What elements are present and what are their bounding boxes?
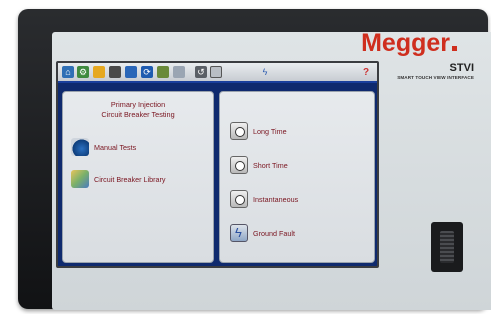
toolbar: ⌂ ⚙ ⟳ ↺ ϟ ? (58, 63, 377, 83)
model-name: STVI (449, 62, 474, 74)
ground-fault-icon: ϟ (230, 224, 248, 242)
short-time-button[interactable]: Short Time (230, 156, 288, 174)
long-time-button[interactable]: Long Time (230, 122, 287, 140)
settings-icon[interactable]: ⚙ (77, 66, 89, 78)
model-label: STVI SMART TOUCH VIEW INTERFACE (397, 62, 474, 80)
clock-icon (230, 122, 248, 140)
manual-tests-button[interactable]: Manual Tests (71, 138, 136, 156)
ground-fault-label: Ground Fault (253, 228, 295, 238)
ground-fault-button[interactable]: ϟ Ground Fault (230, 224, 295, 242)
help-icon[interactable]: ? (361, 66, 371, 79)
clock-icon (230, 190, 248, 208)
manual-tests-label: Manual Tests (94, 142, 137, 152)
library-icon (71, 170, 89, 188)
home-icon[interactable]: ⌂ (62, 66, 74, 78)
short-time-label: Short Time (253, 160, 288, 170)
document-icon[interactable] (173, 66, 185, 78)
library-label: Circuit Breaker Library (94, 174, 166, 184)
instantaneous-button[interactable]: Instantaneous (230, 190, 298, 208)
long-time-label: Long Time (253, 126, 287, 136)
instantaneous-label: Instantaneous (253, 194, 299, 204)
chart-icon[interactable] (157, 66, 169, 78)
undo-icon[interactable]: ↺ (195, 66, 207, 78)
clock-icon (230, 156, 248, 174)
left-panel: Primary Injection Circuit Breaker Testin… (62, 91, 214, 263)
timer-icon[interactable] (210, 66, 222, 78)
side-port (431, 222, 463, 272)
film-icon[interactable] (109, 66, 121, 78)
circuit-breaker-library-button[interactable]: Circuit Breaker Library (71, 170, 166, 188)
model-subtitle: SMART TOUCH VIEW INTERFACE (397, 75, 474, 80)
monitor-icon[interactable] (125, 66, 137, 78)
slider-grip[interactable] (440, 231, 454, 263)
brand-logo: Megger (361, 29, 457, 58)
touch-screen: ⌂ ⚙ ⟳ ↺ ϟ ? Primary Injection Circuit Br… (56, 61, 379, 268)
panel-title: Primary Injection Circuit Breaker Testin… (101, 100, 175, 119)
right-panel: Long Time Short Time Instantaneous ϟ Gro… (219, 91, 375, 263)
manual-tests-icon (71, 138, 89, 156)
folder-icon[interactable] (93, 66, 105, 78)
refresh-icon[interactable]: ⟳ (141, 66, 153, 78)
fault-icon[interactable]: ϟ (259, 66, 271, 78)
